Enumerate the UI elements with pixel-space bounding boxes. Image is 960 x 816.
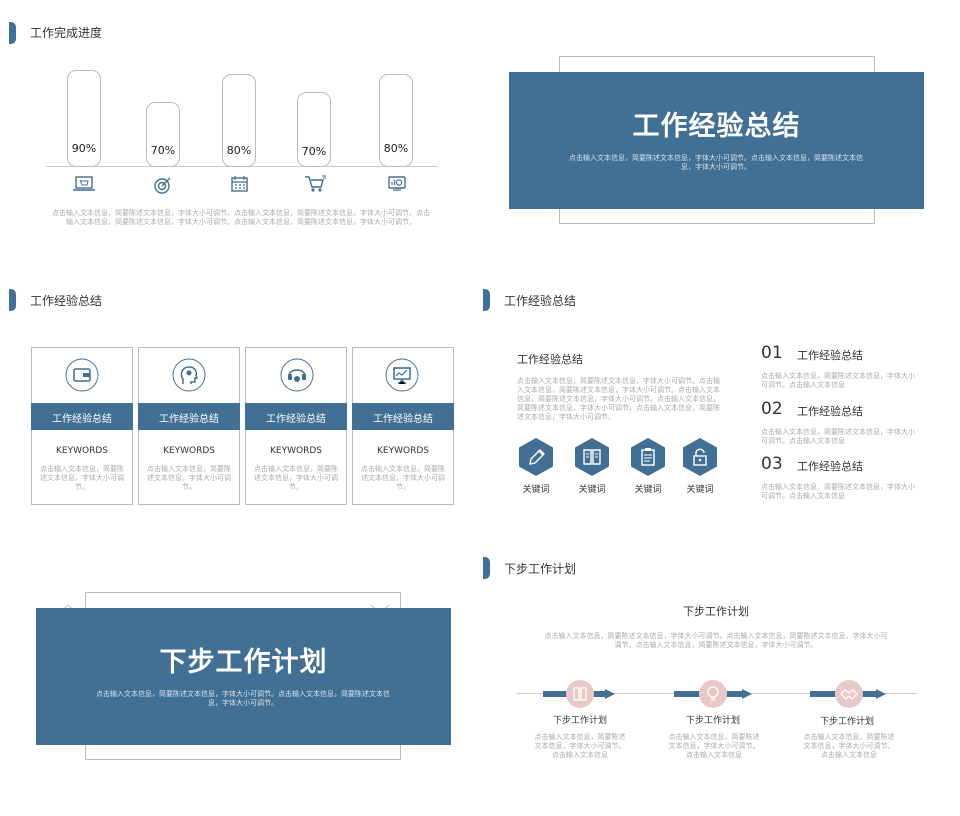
laptop-cart-icon [73,176,95,191]
card-heading: 工作经验总结 [373,414,433,425]
step-label: 下步工作计划 [552,716,607,726]
card-keyword: KEYWORDS [270,446,322,456]
support-headset-icon [280,358,314,392]
description-text: 点击输入文本信息，简要陈述文本信息，字体大小可调节。点击输入文本信息，简要陈述文… [52,209,430,226]
step-circle [699,680,727,708]
section-tag [483,557,490,579]
progress-label: 80% [226,144,252,157]
sub-heading: 工作经验总结 [517,353,583,366]
sub-description: 点击输入文本信息，简要陈述文本信息，字体大小可调节。点击输入文本信息，简要陈述文… [517,377,720,421]
hex-label: 关键词 [578,485,606,495]
step-label: 下步工作计划 [685,716,740,726]
item-heading: 工作经验总结 [797,460,863,473]
cover-title: 工作经验总结 [632,111,801,142]
item-description: 点击输入文本信息，简要陈述文本信息，字体大小可调节。点击输入文本信息 [761,428,915,445]
wallet-icon [65,358,99,392]
item-description: 点击输入文本信息，简要陈述文本信息，字体大小可调节。点击输入文本信息 [761,483,915,500]
section-title: 下步工作计划 [504,562,577,576]
step-description: 点击输入文本信息，简要陈述文本信息，字体大小可调节。点击输入文本信息 [534,733,626,759]
card-description: 点击输入文本信息，简要陈述文本信息，字体大小可调节。 [147,465,231,491]
card-heading: 工作经验总结 [52,414,112,425]
card-keyword: KEYWORDS [377,446,429,456]
calendar-icon [231,176,248,192]
cover-description: 点击输入文本信息，简要陈述文本信息，字体大小可调节。点击输入文本信息，简要陈述文… [96,690,390,707]
progress-label: 70% [150,144,176,157]
item-number: 01 [761,343,783,363]
presentation-board-icon [385,358,419,392]
step-label: 下步工作计划 [819,717,874,727]
cover-title: 下步工作计划 [159,647,328,678]
card-heading: 工作经验总结 [159,414,219,425]
step-description: 点击输入文本信息，简要陈述文本信息，字体大小可调节。点击输入文本信息 [803,733,895,759]
item-heading: 工作经验总结 [797,349,863,362]
card-description: 点击输入文本信息，简要陈述文本信息，字体大小可调节。 [361,465,445,491]
card-keyword: KEYWORDS [56,446,108,456]
card-keyword: KEYWORDS [163,446,215,456]
item-number: 02 [761,399,783,419]
hexagon-badge [631,438,665,476]
item-description: 点击输入文本信息，简要陈述文本信息，字体大小可调节。点击输入文本信息 [761,372,915,389]
section-tag [483,289,490,311]
shopping-cart-icon [305,175,326,192]
cover-description: 点击输入文本信息，简要陈述文本信息，字体大小可调节。点击输入文本信息，简要陈述文… [569,154,863,171]
plan-description: 点击输入文本信息，简要陈述文本信息，字体大小可调节。点击输入文本信息，简要陈述文… [544,632,888,649]
section-title: 工作经验总结 [504,294,577,308]
monitor-chart-icon [388,176,406,191]
hex-label: 关键词 [634,485,662,495]
section-tag [9,22,16,44]
item-heading: 工作经验总结 [797,405,863,418]
progress-bar [146,102,180,167]
hexagon-badge [575,438,609,476]
hex-label: 关键词 [686,485,714,495]
section-title: 工作完成进度 [30,26,103,40]
item-number: 03 [761,454,783,474]
hex-label: 关键词 [522,485,550,495]
step-description: 点击输入文本信息，简要陈述文本信息，字体大小可调节。点击输入文本信息 [668,733,760,759]
card-description: 点击输入文本信息，简要陈述文本信息，字体大小可调节。 [40,465,124,491]
step-circle [566,680,594,708]
hexagon-badge [519,438,553,476]
hexagon-badge [683,438,717,476]
progress-label: 70% [301,145,327,158]
progress-label: 80% [383,142,409,155]
section-title: 工作经验总结 [30,294,103,308]
plan-heading: 下步工作计划 [683,605,749,618]
card-heading: 工作经验总结 [266,414,326,425]
step-circle [835,680,863,708]
progress-label: 90% [71,142,97,155]
head-idea-icon [172,358,206,392]
section-tag [9,289,16,311]
target-icon [154,177,171,194]
card-description: 点击输入文本信息，简要陈述文本信息，字体大小可调节。 [254,465,338,491]
